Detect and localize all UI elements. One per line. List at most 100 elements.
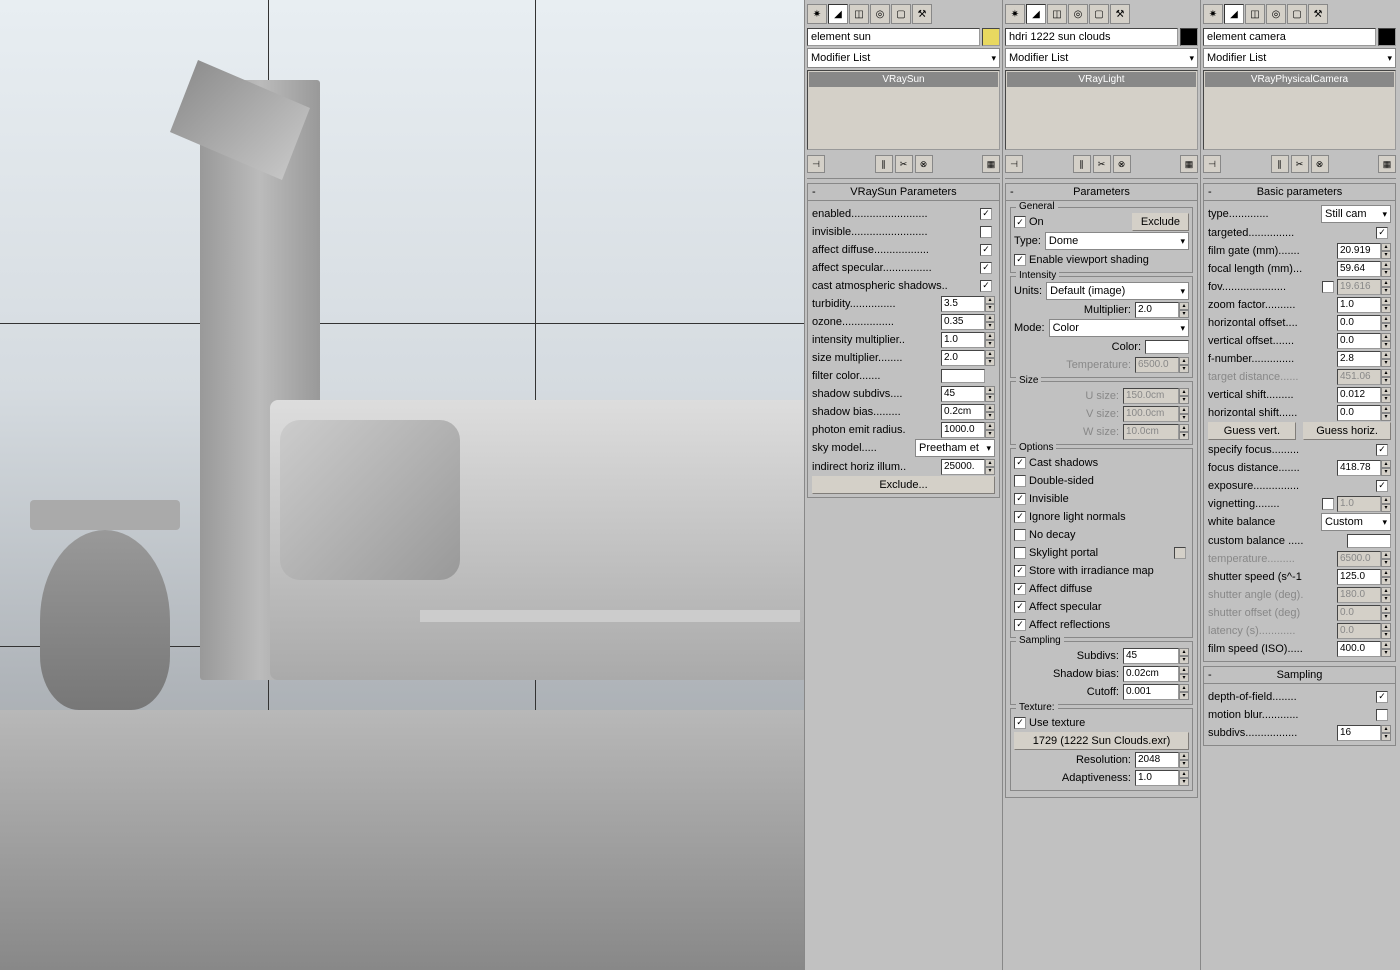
object-color-swatch-3[interactable]	[1378, 28, 1396, 46]
checkbox-fov[interactable]	[1322, 281, 1334, 293]
dropdown-units[interactable]: Default (image)	[1046, 282, 1189, 300]
utilities-tab-icon[interactable]: ⚒	[1308, 4, 1328, 24]
dropdown-sky-model[interactable]: Preetham et	[915, 439, 995, 457]
checkbox-affect-reflections[interactable]: ✓	[1014, 619, 1026, 631]
spinner-shutter-speed[interactable]	[1337, 569, 1381, 585]
stack-item-vraysun[interactable]: VRaySun	[809, 72, 998, 87]
motion-tab-icon[interactable]: ◎	[1266, 4, 1286, 24]
spinner-turbidity[interactable]	[941, 296, 985, 312]
dropdown-cam-type[interactable]: Still cam	[1321, 205, 1391, 223]
configure-stack-icon[interactable]: ▦	[982, 155, 1000, 173]
modify-tab-icon[interactable]: ◢	[828, 4, 848, 24]
spinner-v-offset[interactable]	[1337, 333, 1381, 349]
modifier-list-dropdown-3[interactable]: Modifier List	[1203, 48, 1396, 68]
checkbox-cast-shadows[interactable]: ✓	[1014, 457, 1026, 469]
spinner-h-shift[interactable]	[1337, 405, 1381, 421]
pin-stack-icon[interactable]: ⊣	[1203, 155, 1221, 173]
modifier-stack-2[interactable]: VRayLight	[1005, 70, 1198, 150]
exclude-button[interactable]: Exclude...	[812, 476, 995, 494]
spinner-focal-length[interactable]	[1337, 261, 1381, 277]
checkbox-affect-diffuse-2[interactable]: ✓	[1014, 583, 1026, 595]
rollout-header-basic[interactable]: Basic parameters	[1204, 184, 1395, 201]
checkbox-exposure[interactable]: ✓	[1376, 480, 1388, 492]
spinner-film-gate[interactable]	[1337, 243, 1381, 259]
configure-stack-icon[interactable]: ▦	[1378, 155, 1396, 173]
spinner-shadow-subdivs[interactable]	[941, 386, 985, 402]
create-tab-icon[interactable]: ✷	[1203, 4, 1223, 24]
utilities-tab-icon[interactable]: ⚒	[912, 4, 932, 24]
modifier-stack-3[interactable]: VRayPhysicalCamera	[1203, 70, 1396, 150]
dropdown-type[interactable]: Dome	[1045, 232, 1189, 250]
spinner-shadow-bias[interactable]	[941, 404, 985, 420]
spinner-subdivs[interactable]	[1123, 648, 1179, 664]
color-filter[interactable]	[941, 369, 985, 383]
motion-tab-icon[interactable]: ◎	[870, 4, 890, 24]
checkbox-affect-specular-2[interactable]: ✓	[1014, 601, 1026, 613]
spinner-cutoff[interactable]	[1123, 684, 1179, 700]
display-tab-icon[interactable]: ▢	[891, 4, 911, 24]
hierarchy-tab-icon[interactable]: ◫	[849, 4, 869, 24]
stack-tool-1a[interactable]: ∥	[875, 155, 893, 173]
checkbox-viewport-shading[interactable]: ✓	[1014, 254, 1026, 266]
viewport[interactable]	[0, 0, 804, 970]
display-tab-icon[interactable]: ▢	[1089, 4, 1109, 24]
modifier-list-dropdown-2[interactable]: Modifier List	[1005, 48, 1198, 68]
utilities-tab-icon[interactable]: ⚒	[1110, 4, 1130, 24]
spinner-resolution[interactable]	[1135, 752, 1179, 768]
create-tab-icon[interactable]: ✷	[1005, 4, 1025, 24]
spinner-film-speed[interactable]	[1337, 641, 1381, 657]
spinner-f-number[interactable]	[1337, 351, 1381, 367]
spinner-h-offset[interactable]	[1337, 315, 1381, 331]
spinner-focus-distance[interactable]	[1337, 460, 1381, 476]
stack-item-vraylight[interactable]: VRayLight	[1007, 72, 1196, 87]
stack-tool-1b[interactable]: ✂	[895, 155, 913, 173]
spinner-down[interactable]: ▾	[985, 304, 995, 312]
spinner-photon-emit[interactable]	[941, 422, 985, 438]
spinner-indirect-horiz[interactable]	[941, 459, 985, 475]
checkbox-dof[interactable]: ✓	[1376, 691, 1388, 703]
stack-item-vraycamera[interactable]: VRayPhysicalCamera	[1205, 72, 1394, 87]
object-color-swatch-1[interactable]	[982, 28, 1000, 46]
checkbox-ignore-normals[interactable]: ✓	[1014, 511, 1026, 523]
checkbox-specify-focus[interactable]: ✓	[1376, 444, 1388, 456]
checkbox-invisible-light[interactable]: ✓	[1014, 493, 1026, 505]
spinner-ozone[interactable]	[941, 314, 985, 330]
spinner-adaptiveness[interactable]	[1135, 770, 1179, 786]
spinner-up[interactable]: ▴	[985, 296, 995, 304]
spinner-shadow-bias-2[interactable]	[1123, 666, 1179, 682]
display-tab-icon[interactable]: ▢	[1287, 4, 1307, 24]
modify-tab-icon[interactable]: ◢	[1224, 4, 1244, 24]
spinner-size-mult[interactable]	[941, 350, 985, 366]
modify-tab-icon[interactable]: ◢	[1026, 4, 1046, 24]
modifier-stack-1[interactable]: VRaySun	[807, 70, 1000, 150]
spinner-cam-subdivs[interactable]	[1337, 725, 1381, 741]
color-light[interactable]	[1145, 340, 1189, 354]
checkbox-affect-specular[interactable]: ✓	[980, 262, 992, 274]
checkbox-on[interactable]: ✓	[1014, 216, 1026, 228]
configure-stack-icon[interactable]: ▦	[1180, 155, 1198, 173]
create-tab-icon[interactable]: ✷	[807, 4, 827, 24]
dropdown-white-balance[interactable]: Custom	[1321, 513, 1391, 531]
checkbox-no-decay[interactable]	[1014, 529, 1026, 541]
guess-vert-button[interactable]: Guess vert.	[1208, 422, 1296, 440]
rollout-header-params[interactable]: Parameters	[1006, 184, 1197, 201]
checkbox-cast-atmos[interactable]: ✓	[980, 280, 992, 292]
guess-horiz-button[interactable]: Guess horiz.	[1303, 422, 1391, 440]
pin-stack-icon[interactable]: ⊣	[1005, 155, 1023, 173]
checkbox-skylight-portal[interactable]	[1014, 547, 1026, 559]
texture-map-button[interactable]: 1729 (1222 Sun Clouds.exr)	[1014, 732, 1189, 750]
stack-tool-1c[interactable]: ⊗	[915, 155, 933, 173]
object-name-input-1[interactable]	[807, 28, 980, 46]
modifier-list-dropdown-1[interactable]: Modifier List	[807, 48, 1000, 68]
dropdown-mode[interactable]: Color	[1049, 319, 1189, 337]
object-name-input-2[interactable]	[1005, 28, 1178, 46]
pin-stack-icon[interactable]: ⊣	[807, 155, 825, 173]
hierarchy-tab-icon[interactable]: ◫	[1245, 4, 1265, 24]
checkbox-enabled[interactable]: ✓	[980, 208, 992, 220]
checkbox-affect-diffuse[interactable]: ✓	[980, 244, 992, 256]
checkbox-motion-blur[interactable]	[1376, 709, 1388, 721]
checkbox-vignetting[interactable]	[1322, 498, 1334, 510]
rollout-header-sampling[interactable]: Sampling	[1204, 667, 1395, 684]
spinner-multiplier[interactable]	[1135, 302, 1179, 318]
spinner-intensity-mult[interactable]	[941, 332, 985, 348]
